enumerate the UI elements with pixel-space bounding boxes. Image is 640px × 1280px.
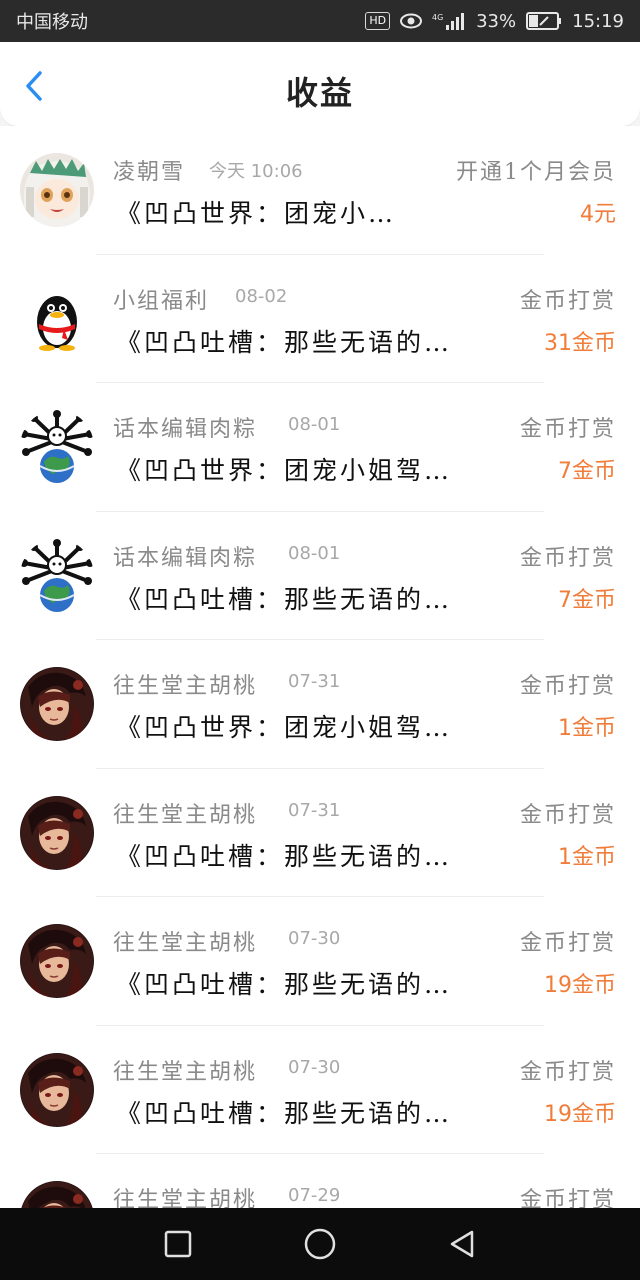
eye-icon [400,13,423,29]
sender-name: 话本编辑肉粽 [113,417,258,442]
timestamp: 08-01 [288,414,341,435]
timestamp: 今天 10:06 [209,161,303,182]
earning-type: 金币打赏 [519,417,616,442]
earning-type: 开通1个月会员 [456,160,616,185]
page-title: 收益 [285,74,354,112]
earning-amount: 4元 [580,202,616,227]
timestamp: 07-31 [288,799,341,821]
work-title: 《凹凸世界：团宠小姐驾… [116,456,453,485]
avatar[interactable] [20,538,94,613]
earning-type: 金币打赏 [519,674,616,699]
earning-type: 金币打赏 [519,1059,616,1085]
sender-name: 往生堂主胡桃 [113,931,258,956]
work-title: 《凹凸世界：团宠小… [116,199,397,228]
system-nav-bar [0,1208,640,1280]
clock: 15:19 [572,10,624,32]
recent-apps-icon[interactable] [162,1228,194,1260]
earnings-row[interactable]: 往生堂主胡桃 07-30 金币打赏《凹凸吐槽：那些无语的… 19金币 [0,1026,640,1154]
work-title: 《凹凸世界：团宠小姐驾… [116,713,453,742]
earning-type: 金币打赏 [519,931,616,956]
avatar[interactable] [20,281,94,356]
sender-name: 往生堂主胡桃 [113,802,258,828]
earning-amount: 1金币 [558,844,616,870]
carrier-label: 中国移动 [16,12,88,33]
work-title: 《凹凸吐槽：那些无语的… [116,970,453,999]
work-title: 《凹凸吐槽：那些无语的… [116,584,453,614]
avatar[interactable] [20,1052,94,1127]
earnings-row[interactable]: 小组福利 08-02 金币打赏《凹凸吐槽：那些无语的… 31金币 [0,255,640,383]
earnings-list[interactable]: 凌朝雪 今天 10:06 开通1个月会员《凹凸世界：团宠小… 4元小组福利 08-02 金… [0,126,640,1208]
sender-name: 凌朝雪 [113,160,186,185]
avatar[interactable] [20,153,94,227]
earning-amount: 7金币 [558,587,616,613]
earnings-row[interactable]: 凌朝雪 今天 10:06 开通1个月会员《凹凸世界：团宠小… 4元 [0,126,640,255]
earnings-row[interactable]: 往生堂主胡桃 07-30 金币打赏《凹凸吐槽：那些无语的… 19金币 [0,897,640,1026]
header: 收益 [0,42,640,126]
timestamp: 08-01 [288,542,341,564]
sender-name: 往生堂主胡桃 [113,1188,258,1208]
earnings-row[interactable]: 往生堂主胡桃 07-29 金币打赏 [0,1154,640,1208]
timestamp: 07-31 [288,671,341,692]
avatar[interactable] [20,924,94,998]
earning-amount: 19金币 [544,1101,616,1127]
earning-type: 金币打赏 [519,1188,616,1208]
avatar[interactable] [20,667,94,741]
timestamp: 07-30 [288,1056,341,1078]
earnings-row[interactable]: 话本编辑肉粽 08-01 金币打赏《凹凸吐槽：那些无语的… 7金币 [0,512,640,640]
earning-amount: 7金币 [558,459,616,484]
earnings-row[interactable]: 话本编辑肉粽 08-01 金币打赏《凹凸世界：团宠小姐驾… 7金币 [0,383,640,512]
timestamp: 07-29 [288,1185,341,1206]
earning-type: 金币打赏 [519,802,616,828]
status-icons: HD 4G 33% 15:19 [365,11,624,32]
earning-amount: 31金币 [544,330,616,356]
timestamp: 08-02 [235,285,288,307]
avatar[interactable] [20,1181,94,1208]
sender-name: 话本编辑肉粽 [113,545,258,571]
earning-amount: 1金币 [558,716,616,741]
earnings-row[interactable]: 往生堂主胡桃 07-31 金币打赏《凹凸吐槽：那些无语的… 1金币 [0,769,640,897]
home-icon[interactable] [303,1227,337,1261]
earning-amount: 19金币 [544,973,616,998]
status-bar: 中国移动 HD 4G 33% 15:19 [0,0,640,42]
svg-text:4G: 4G [432,13,443,22]
sender-name: 往生堂主胡桃 [113,674,258,699]
earning-type: 金币打赏 [519,545,616,571]
work-title: 《凹凸吐槽：那些无语的… [116,327,453,357]
work-title: 《凹凸吐槽：那些无语的… [116,841,453,871]
timestamp: 07-30 [288,928,341,949]
battery-percent: 33% [476,10,517,32]
work-title: 《凹凸吐槽：那些无语的… [116,1098,453,1128]
avatar[interactable] [20,410,94,484]
signal-icon: 4G [432,11,466,31]
earning-type: 金币打赏 [519,288,616,314]
sender-name: 小组福利 [113,288,210,314]
sender-name: 往生堂主胡桃 [113,1059,258,1085]
earnings-row[interactable]: 往生堂主胡桃 07-31 金币打赏《凹凸世界：团宠小姐驾… 1金币 [0,640,640,769]
hd-badge: HD [365,12,391,30]
avatar[interactable] [20,795,94,870]
battery-icon [526,12,562,30]
back-triangle-icon[interactable] [446,1228,478,1260]
